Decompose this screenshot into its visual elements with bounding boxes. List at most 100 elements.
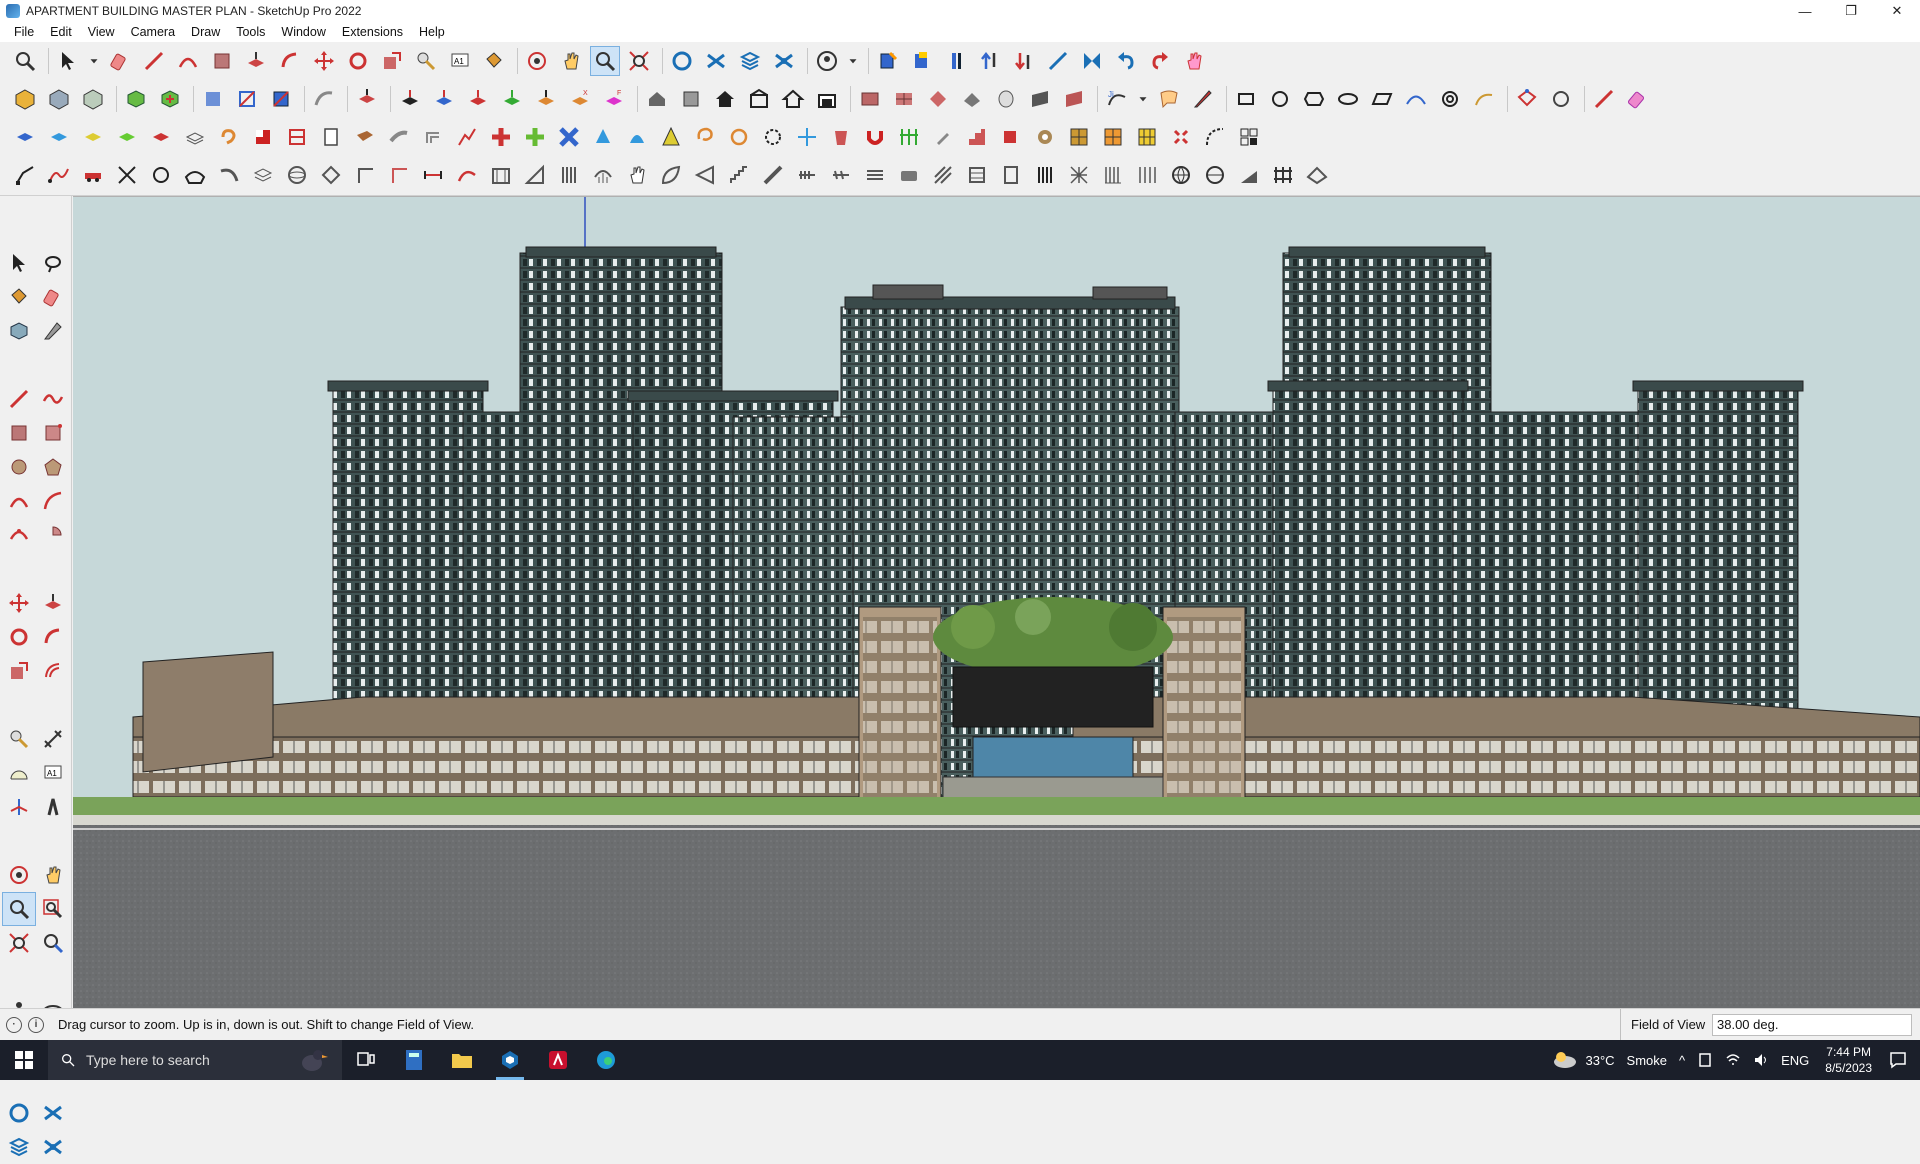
hand-grab-icon[interactable]	[622, 160, 652, 190]
surface-icon[interactable]	[180, 160, 210, 190]
zoom-tool-icon[interactable]	[590, 46, 620, 76]
measurements-input[interactable]: 38.00 deg.	[1712, 1014, 1912, 1036]
shell-icon[interactable]	[588, 160, 618, 190]
fence-icon[interactable]	[894, 122, 924, 152]
hand-icon[interactable]	[1179, 46, 1209, 76]
task-view-icon[interactable]	[342, 1040, 390, 1080]
hidden-line-icon[interactable]	[266, 84, 296, 114]
3d-warehouse-icon[interactable]	[667, 46, 697, 76]
move-icon[interactable]	[309, 46, 339, 76]
line-icon[interactable]	[2, 382, 36, 416]
file-explorer-icon[interactable]	[438, 1040, 486, 1080]
sketch-shape-icon[interactable]	[1469, 84, 1499, 114]
lasso-select-icon[interactable]	[36, 246, 70, 280]
lines-vertical-icon[interactable]	[1098, 160, 1128, 190]
follow-me-icon[interactable]	[275, 46, 305, 76]
extrude-icon[interactable]	[395, 84, 425, 114]
layer-stack-icon[interactable]	[180, 122, 210, 152]
rake-icon[interactable]	[792, 160, 822, 190]
clock[interactable]: 7:44 PM 8/5/2023	[1825, 1044, 1872, 1076]
window-yellow-icon[interactable]	[1132, 122, 1162, 152]
line-icon[interactable]	[139, 46, 169, 76]
redo-icon[interactable]	[1145, 46, 1175, 76]
scale-icon[interactable]	[2, 654, 36, 688]
extension-warehouse-icon[interactable]	[36, 1096, 70, 1130]
menu-help[interactable]: Help	[411, 22, 453, 42]
garage-icon[interactable]	[812, 84, 842, 114]
text-icon[interactable]: A1	[445, 46, 475, 76]
cross-blue-icon[interactable]	[554, 122, 584, 152]
door-icon[interactable]	[996, 160, 1026, 190]
rotated-rectangle-icon[interactable]	[36, 416, 70, 450]
select-icon[interactable]	[53, 46, 83, 76]
scissors-icon[interactable]	[112, 160, 142, 190]
zoom-icon[interactable]	[2, 892, 36, 926]
material-paint-icon[interactable]	[923, 84, 953, 114]
eraser-icon[interactable]	[105, 46, 135, 76]
menu-camera[interactable]: Camera	[123, 22, 183, 42]
diagonal-hatch-icon[interactable]	[928, 160, 958, 190]
orbit-icon[interactable]	[2, 858, 36, 892]
offset-icon[interactable]	[36, 654, 70, 688]
layer-blue-icon[interactable]	[10, 122, 40, 152]
tape-icon[interactable]	[1043, 46, 1073, 76]
extension-manager-icon[interactable]	[769, 46, 799, 76]
zoom-icon[interactable]	[10, 46, 40, 76]
car-icon[interactable]	[78, 160, 108, 190]
move-icon[interactable]	[2, 586, 36, 620]
cube-red-icon[interactable]	[996, 122, 1026, 152]
tag-icon[interactable]	[36, 314, 70, 348]
layer-yellow-icon[interactable]	[78, 122, 108, 152]
maximize-button[interactable]: ❐	[1828, 0, 1874, 22]
pan-icon[interactable]	[556, 46, 586, 76]
parallelogram-shape-icon[interactable]	[1367, 84, 1397, 114]
rectangle-icon[interactable]	[2, 416, 36, 450]
close-button[interactable]: ✕	[1874, 0, 1920, 22]
menu-edit[interactable]: Edit	[42, 22, 80, 42]
menu-window[interactable]: Window	[273, 22, 333, 42]
extrude-red-icon[interactable]	[463, 84, 493, 114]
pie-icon[interactable]	[36, 518, 70, 552]
polygon-shape-icon[interactable]	[1299, 84, 1329, 114]
window-orange-icon[interactable]	[1098, 122, 1128, 152]
twist-icon[interactable]	[316, 160, 346, 190]
stack-icon[interactable]	[962, 160, 992, 190]
3-point-arc-icon[interactable]	[2, 518, 36, 552]
dimension-icon[interactable]	[418, 160, 448, 190]
round-corner-icon[interactable]	[1200, 122, 1230, 152]
corner-red-icon[interactable]	[384, 160, 414, 190]
roof-outline-icon[interactable]	[1302, 160, 1332, 190]
protractor-icon[interactable]	[2, 756, 36, 790]
model-viewport[interactable]	[73, 196, 1920, 1008]
material-dark-icon[interactable]	[1025, 84, 1055, 114]
weather-condition[interactable]: Smoke	[1627, 1053, 1667, 1068]
rotate-icon[interactable]	[343, 46, 373, 76]
columns-dark-icon[interactable]	[1030, 160, 1060, 190]
material-tile-icon[interactable]	[889, 84, 919, 114]
geo-location-icon[interactable]: ·	[6, 1016, 22, 1033]
sketchup-taskbar-icon[interactable]	[486, 1040, 534, 1080]
gear-icon[interactable]	[1030, 122, 1060, 152]
top-view-icon[interactable]	[44, 84, 74, 114]
pyramid-icon[interactable]	[656, 122, 686, 152]
push-pull-icon[interactable]	[36, 586, 70, 620]
crosshatch-icon[interactable]	[1064, 160, 1094, 190]
layer-red-icon[interactable]	[146, 122, 176, 152]
curve-red-icon[interactable]	[452, 160, 482, 190]
notification-icon[interactable]	[1888, 1050, 1908, 1070]
layer-sky-icon[interactable]	[44, 122, 74, 152]
make-component-icon[interactable]	[2, 314, 36, 348]
bucket-red-icon[interactable]	[826, 122, 856, 152]
info-icon[interactable]: i	[28, 1016, 44, 1033]
lasso-icon[interactable]	[690, 122, 720, 152]
push-pull-icon[interactable]	[241, 46, 271, 76]
dropdown-arrow-icon[interactable]	[846, 46, 860, 76]
curve-edit-icon[interactable]	[44, 160, 74, 190]
3d-text-icon[interactable]	[36, 790, 70, 824]
eraser-icon[interactable]	[36, 280, 70, 314]
wood-icon[interactable]	[350, 122, 380, 152]
house-icon[interactable]	[710, 84, 740, 114]
knife-icon[interactable]	[1188, 84, 1218, 114]
extrude-green-icon[interactable]	[497, 84, 527, 114]
extrude-blue-icon[interactable]	[429, 84, 459, 114]
